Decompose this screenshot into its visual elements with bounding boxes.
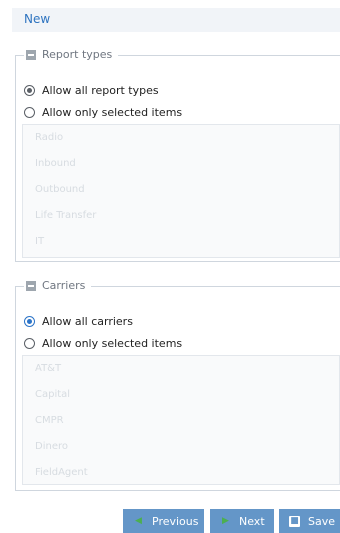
save-icon: ■ [289,515,300,527]
page-title: New [24,12,51,26]
next-button[interactable]: ▶ Next [210,509,274,533]
collapse-icon[interactable] [26,281,36,291]
radio-label: Allow all carriers [42,315,133,328]
next-icon: ▶ [222,515,229,526]
report-types-listbox[interactable]: Radio Inbound Outbound Life Transfer IT [22,124,340,258]
allow-all-carriers-radio[interactable]: Allow all carriers [24,315,133,328]
allow-selected-carriers-radio[interactable]: Allow only selected items [24,337,182,350]
list-item[interactable]: Dinero [23,434,339,460]
allow-selected-report-types-radio[interactable]: Allow only selected items [24,106,182,119]
report-types-group: Report types Allow all report types Allo… [15,47,340,262]
radio-label: Allow only selected items [42,337,183,350]
save-button[interactable]: ■ Save [279,509,340,533]
allow-all-report-types-radio[interactable]: Allow all report types [24,84,159,97]
previous-button[interactable]: ◀ Previous [123,509,204,533]
wizard-buttons: ◀ Previous ▶ Next ■ Save [0,509,340,533]
radio-unchecked-icon[interactable] [24,338,35,349]
radio-label: Allow only selected items [42,106,183,119]
carriers-legend[interactable]: Carriers [24,278,92,294]
list-item[interactable]: CMPR [23,408,339,434]
previous-icon: ◀ [135,515,142,526]
save-label: Save [308,514,336,528]
radio-unchecked-icon[interactable] [24,107,35,118]
list-item[interactable]: AT&T [23,356,339,382]
list-item[interactable]: Life Transfer [23,203,339,229]
list-item[interactable]: IT [23,229,339,255]
carriers-group: Carriers Allow all carriers Allow only s… [15,278,340,491]
radio-checked-icon[interactable] [24,316,35,327]
carriers-listbox[interactable]: AT&T Capital CMPR Dinero FieldAgent [22,355,340,485]
report-types-legend[interactable]: Report types [24,47,119,63]
previous-label: Previous [152,514,199,528]
collapse-icon[interactable] [26,50,36,60]
list-item[interactable]: Radio [23,125,339,151]
next-label: Next [239,514,265,528]
list-item[interactable]: Outbound [23,177,339,203]
carriers-legend-label: Carriers [42,279,86,292]
list-item[interactable]: Capital [23,382,339,408]
list-item[interactable]: Inbound [23,151,339,177]
report-types-legend-label: Report types [42,48,113,61]
radio-checked-icon[interactable] [24,85,35,96]
page-header: New [12,8,340,32]
radio-label: Allow all report types [42,84,159,97]
list-item[interactable]: FieldAgent [23,460,339,484]
